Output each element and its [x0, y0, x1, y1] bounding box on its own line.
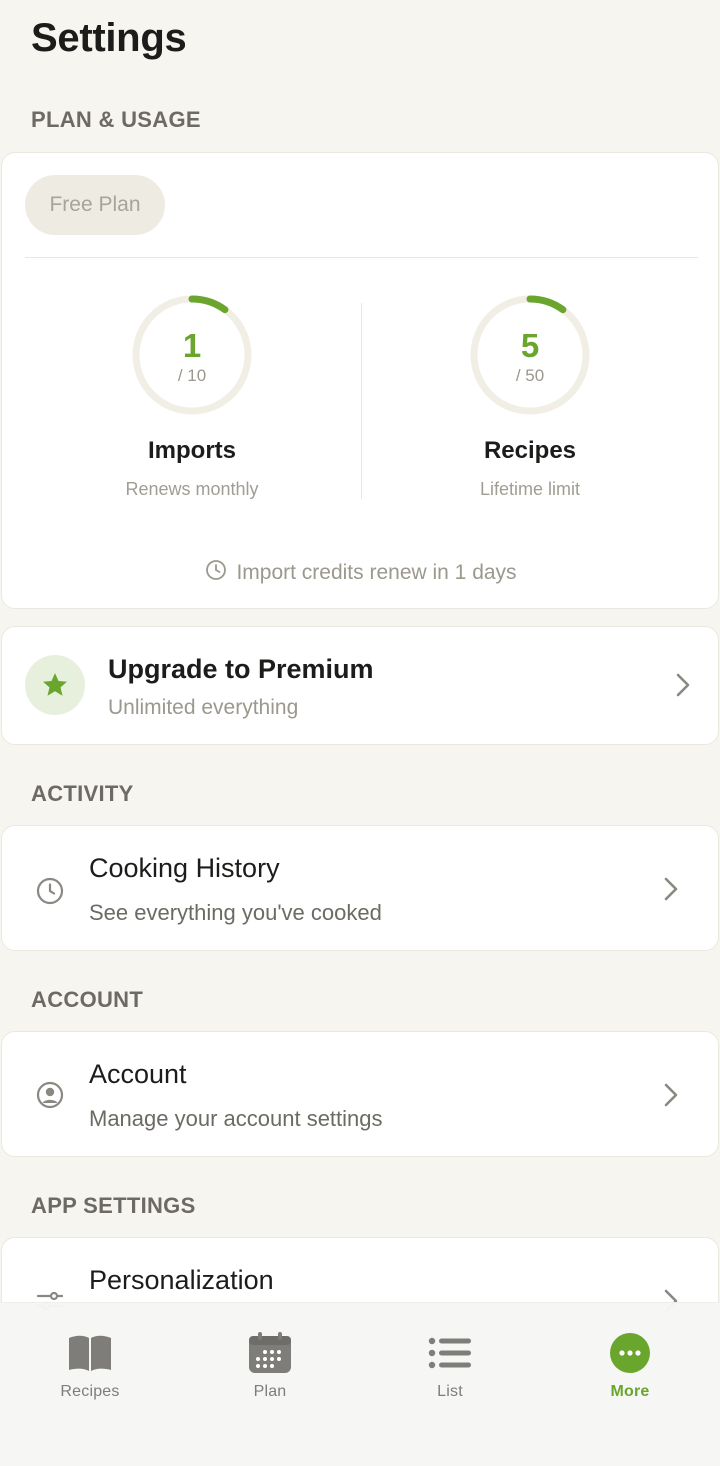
plan-badge: Free Plan	[25, 175, 165, 235]
chevron-right-icon	[664, 1083, 678, 1112]
cooking-history-subtitle: See everything you've cooked	[89, 900, 382, 925]
tab-bar: Recipes Plan List More	[0, 1302, 720, 1466]
book-icon	[66, 1331, 114, 1375]
tab-label: Recipes	[60, 1383, 120, 1400]
imports-usage: 1 / 10 Imports Renews monthly	[42, 293, 342, 513]
plan-usage-card: Free Plan 1 / 10 Imports Renews monthly …	[1, 152, 719, 609]
tab-list[interactable]: List	[380, 1331, 520, 1401]
upgrade-subtitle: Unlimited everything	[108, 696, 299, 719]
star-icon	[25, 655, 85, 715]
upgrade-premium-button[interactable]: Upgrade to Premium Unlimited everything	[1, 626, 719, 745]
usage-divider	[361, 303, 362, 499]
recipes-limit-note: Lifetime limit	[479, 479, 581, 499]
renewal-info: Import credits renew in 1 days	[2, 559, 720, 587]
page-title: Settings	[31, 16, 187, 60]
tab-recipes[interactable]: Recipes	[20, 1331, 160, 1401]
tab-label: Plan	[253, 1383, 287, 1400]
chevron-right-icon	[676, 673, 690, 702]
recipes-progress-ring: 5 / 50	[468, 293, 592, 417]
personalization-title: Personalization	[89, 1265, 274, 1295]
more-icon	[606, 1331, 654, 1375]
tab-label: More	[610, 1383, 650, 1400]
calendar-icon	[246, 1331, 294, 1375]
imports-count: 1	[182, 326, 202, 364]
tab-label: List	[437, 1383, 463, 1400]
imports-limit: / 10	[177, 365, 207, 385]
section-header-activity: ACTIVITY	[31, 781, 134, 806]
cooking-history-title: Cooking History	[89, 853, 280, 883]
list-icon	[426, 1331, 474, 1375]
tab-more[interactable]: More	[560, 1331, 700, 1401]
recipes-label: Recipes	[483, 437, 577, 464]
person-circle-icon	[35, 1080, 65, 1115]
imports-progress-ring: 1 / 10	[130, 293, 254, 417]
account-row[interactable]: Account Manage your account settings	[1, 1031, 719, 1157]
chevron-right-icon	[664, 877, 678, 906]
account-title: Account	[89, 1059, 187, 1089]
imports-renewal-note: Renews monthly	[125, 479, 259, 499]
upgrade-title: Upgrade to Premium	[108, 654, 374, 684]
recipes-limit: / 50	[515, 365, 545, 385]
divider	[25, 257, 698, 258]
account-subtitle: Manage your account settings	[89, 1106, 383, 1131]
section-header-plan-usage: PLAN & USAGE	[31, 107, 201, 132]
tab-plan[interactable]: Plan	[200, 1331, 340, 1401]
cooking-history-row[interactable]: Cooking History See everything you've co…	[1, 825, 719, 951]
clock-icon	[205, 559, 227, 587]
imports-label: Imports	[147, 437, 236, 464]
section-header-app-settings: APP SETTINGS	[31, 1193, 196, 1218]
recipes-count: 5	[520, 326, 540, 364]
renewal-text: Import credits renew in 1 days	[236, 561, 517, 584]
clock-icon	[35, 876, 65, 911]
section-header-account: ACCOUNT	[31, 987, 144, 1012]
recipes-usage: 5 / 50 Recipes Lifetime limit	[380, 293, 680, 513]
